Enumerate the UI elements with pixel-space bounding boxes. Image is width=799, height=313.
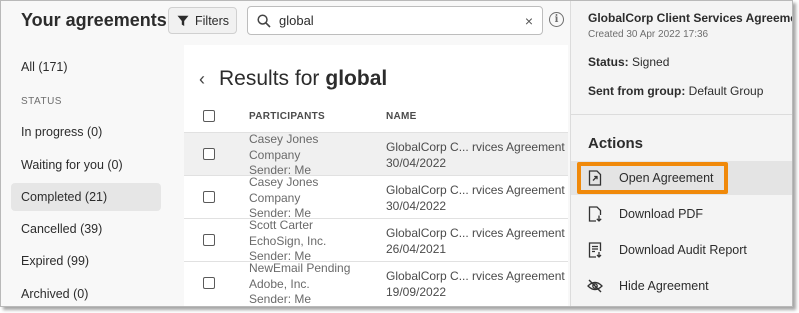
group-value: Default Group [688, 84, 764, 98]
download-pdf-action[interactable]: Download PDF [571, 197, 792, 231]
results-query: global [325, 67, 388, 90]
sidebar-item-all[interactable]: All (171) [11, 53, 161, 81]
sidebar-item-archived[interactable]: Archived (0) [11, 280, 161, 306]
row-agreement: GlobalCorp C... rvices Agreement 30/04/2… [386, 182, 565, 214]
participant-name: Scott Carter [249, 218, 314, 232]
row-participants: Casey Jones Company Sender: Me [249, 175, 319, 218]
participant-sender: Sender: Me [249, 206, 312, 218]
panel-divider [571, 114, 792, 115]
row-checkbox[interactable] [203, 277, 215, 289]
download-pdf-icon [587, 206, 603, 222]
row-participants: Casey Jones Company Sender: Me [249, 132, 319, 175]
sidebar-item-cancelled[interactable]: Cancelled (39) [11, 215, 161, 243]
agreement-date: 26/04/2021 [386, 242, 447, 256]
participant-sender: Sender: Me [249, 292, 312, 306]
column-header-participants[interactable]: PARTICIPANTS [249, 111, 325, 122]
agreement-name: GlobalCorp C... rvices Agreement [386, 269, 565, 283]
participant-name: Casey Jones [249, 175, 319, 189]
group-row: Sent from group: Default Group [588, 84, 763, 98]
agreement-date: 19/09/2022 [386, 285, 447, 299]
actions-heading: Actions [588, 135, 644, 152]
participant-company: Company [249, 190, 301, 205]
row-participants: NewEmail Pending Adobe, Inc. Sender: Me [249, 261, 351, 306]
back-chevron-icon[interactable]: ‹ [199, 69, 205, 90]
audit-report-icon [587, 242, 603, 258]
top-bar: Your agreements Filters × i [1, 1, 569, 45]
agreement-name: GlobalCorp C... rvices Agreement [386, 183, 565, 197]
agreement-date: 30/04/2022 [386, 156, 447, 170]
sidebar-item-expired[interactable]: Expired (99) [11, 247, 161, 275]
row-checkbox[interactable] [203, 191, 215, 203]
open-agreement-highlight [577, 162, 728, 194]
hide-agreement-action[interactable]: Hide Agreement [571, 269, 792, 303]
table-row[interactable]: Casey Jones Company Sender: Me GlobalCor… [184, 175, 568, 218]
status-row: Status: Signed [588, 55, 669, 69]
sidebar-item-waiting-for-you[interactable]: Waiting for you (0) [11, 151, 161, 179]
row-participants: Scott Carter EchoSign, Inc. Sender: Me [249, 218, 327, 261]
results-pane: ‹ Results for global PARTICIPANTS NAME C… [184, 45, 568, 306]
hide-eye-icon [587, 278, 603, 294]
row-agreement: GlobalCorp C... rvices Agreement 19/09/2… [386, 268, 565, 300]
clear-search-icon[interactable]: × [525, 13, 533, 29]
row-checkbox[interactable] [203, 234, 215, 246]
filter-icon [177, 15, 189, 26]
results-prefix: Results for [219, 67, 320, 90]
page-title: Your agreements [21, 10, 167, 30]
agreement-date: 30/04/2022 [386, 199, 447, 213]
row-agreement: GlobalCorp C... rvices Agreement 26/04/2… [386, 225, 565, 257]
sidebar: All (171) STATUS In progress (0) Waiting… [1, 45, 169, 306]
search-input[interactable] [279, 13, 499, 28]
download-audit-report-label: Download Audit Report [619, 243, 747, 257]
agreement-name: GlobalCorp C... rvices Agreement [386, 140, 565, 154]
participant-name: NewEmail Pending [249, 261, 351, 275]
agreement-created-date: Created 30 Apr 2022 17:36 [588, 29, 709, 40]
group-label: Sent from group: [588, 84, 686, 98]
table-row[interactable]: Scott Carter EchoSign, Inc. Sender: Me G… [184, 218, 568, 261]
filters-label: Filters [195, 13, 230, 28]
filters-button[interactable]: Filters [168, 7, 237, 34]
results-heading: ‹ Results for global [199, 67, 387, 91]
participant-company: EchoSign, Inc. [249, 233, 327, 248]
search-field[interactable]: × [247, 6, 543, 35]
hide-agreement-label: Hide Agreement [619, 279, 709, 293]
participant-company: Adobe, Inc. [249, 276, 310, 291]
sidebar-item-completed[interactable]: Completed (21) [11, 183, 161, 211]
table-row[interactable]: NewEmail Pending Adobe, Inc. Sender: Me … [184, 261, 568, 306]
participant-sender: Sender: Me [249, 163, 312, 175]
row-checkbox[interactable] [203, 148, 215, 160]
participant-company: Company [249, 147, 301, 162]
search-icon [257, 13, 271, 28]
agreement-title: GlobalCorp Client Services Agreement [588, 11, 793, 25]
row-agreement: GlobalCorp C... rvices Agreement 30/04/2… [386, 139, 565, 171]
participant-name: Casey Jones [249, 132, 319, 146]
select-all-checkbox[interactable] [203, 110, 215, 122]
app-window: Your agreements Filters × i All (171) ST… [0, 0, 793, 307]
agreement-details-panel: GlobalCorp Client Services Agreement Cre… [570, 1, 793, 306]
sidebar-item-in-progress[interactable]: In progress (0) [11, 118, 161, 146]
status-heading: STATUS [21, 96, 62, 107]
status-value: Signed [632, 55, 670, 69]
column-header-name[interactable]: NAME [386, 111, 417, 122]
info-icon[interactable]: i [549, 12, 564, 27]
table-row[interactable]: Casey Jones Company Sender: Me GlobalCor… [184, 132, 568, 175]
download-pdf-label: Download PDF [619, 207, 704, 221]
participant-sender: Sender: Me [249, 249, 312, 261]
download-audit-report-action[interactable]: Download Audit Report [571, 233, 792, 267]
status-label: Status: [588, 55, 629, 69]
agreement-name: GlobalCorp C... rvices Agreement [386, 226, 565, 240]
